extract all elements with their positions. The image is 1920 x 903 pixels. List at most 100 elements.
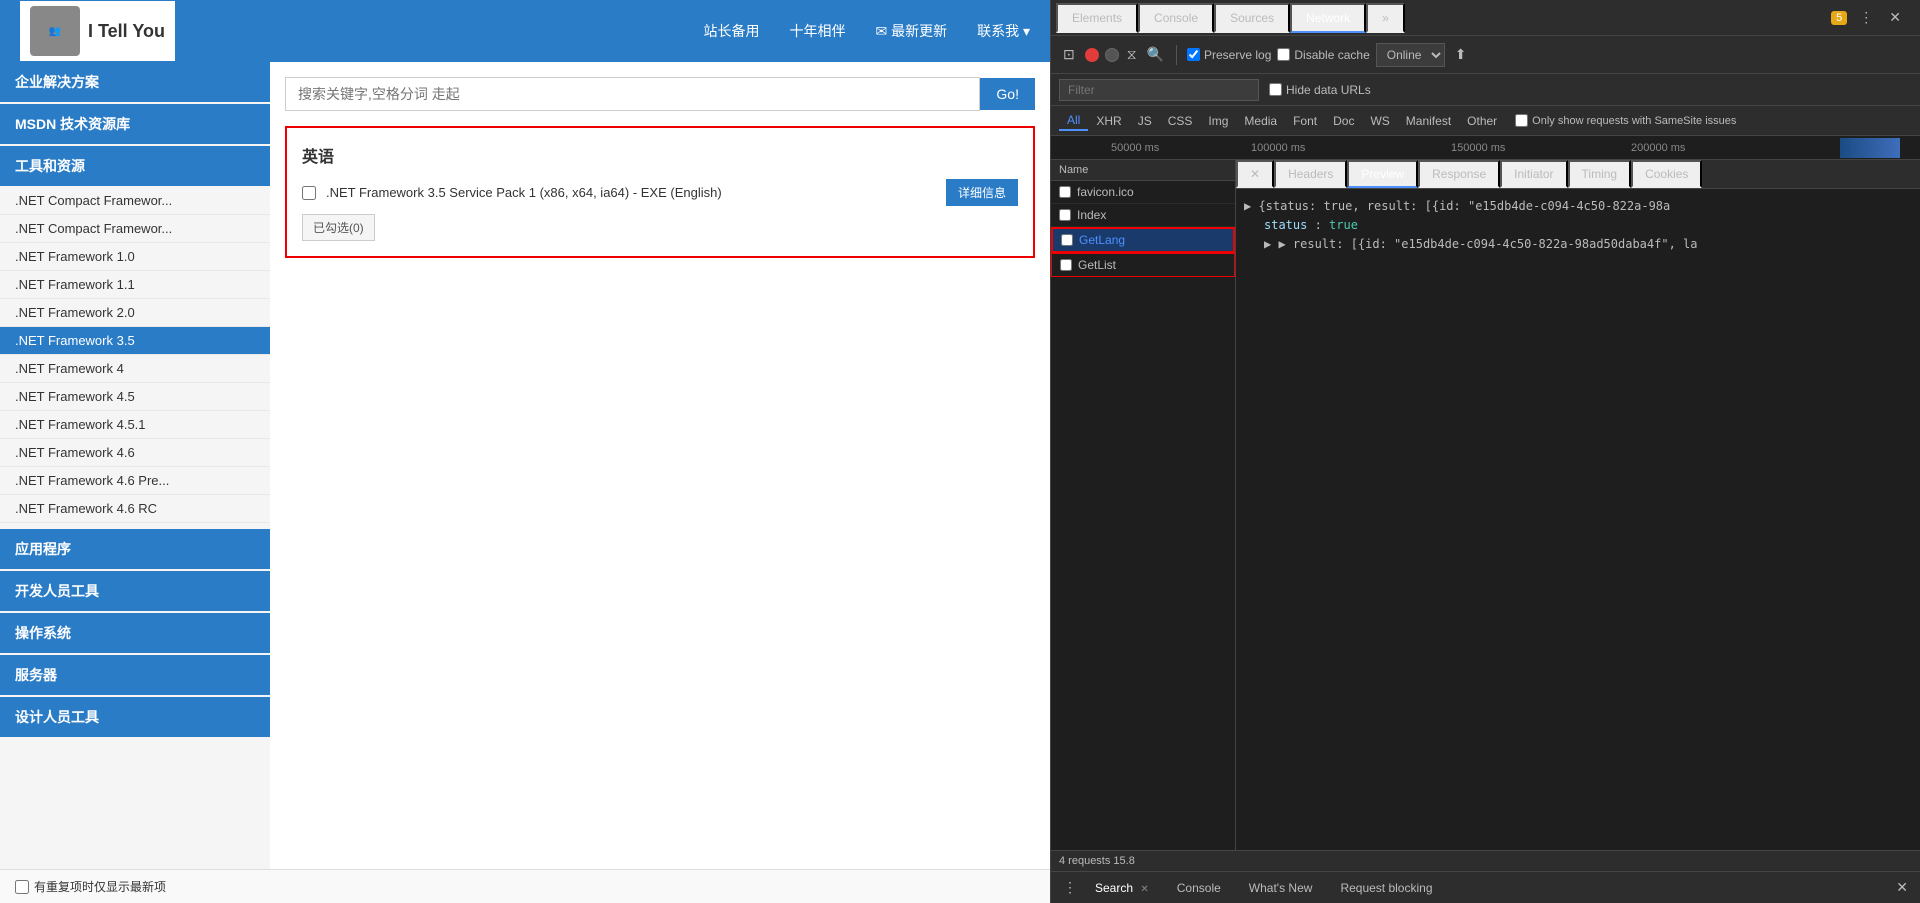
preview-tab-preview[interactable]: Preview (1347, 160, 1418, 188)
sidebar-cat-apps[interactable]: 应用程序 (0, 529, 270, 569)
request-item-getlang[interactable]: GetLang (1051, 227, 1235, 253)
sidebar-cat-enterprise[interactable]: 企业解决方案 (0, 62, 270, 102)
bottom-tab-console[interactable]: Console (1163, 877, 1235, 899)
type-btn-xhr[interactable]: XHR (1088, 112, 1129, 130)
network-requests: Name favicon.ico Index GetLang GetList (1051, 160, 1920, 850)
stop-button[interactable] (1105, 48, 1119, 62)
type-btn-manifest[interactable]: Manifest (1398, 112, 1459, 130)
list-item-11[interactable]: .NET Framework 4.6 RC (0, 495, 270, 523)
list-item-1[interactable]: .NET Compact Framewor... (0, 215, 270, 243)
preview-tab-close[interactable]: ✕ (1236, 160, 1274, 188)
disable-cache-label: Disable cache (1277, 48, 1369, 62)
hide-data-urls-checkbox[interactable] (1269, 83, 1282, 96)
sidebar-list-scroll[interactable]: .NET Compact Framewor... .NET Compact Fr… (0, 187, 270, 527)
more-options-icon[interactable]: ⋮ (1855, 7, 1877, 28)
sidebar-cat-tools[interactable]: 工具和资源 (0, 146, 270, 186)
sidebar-block-apps: 应用程序 (0, 529, 270, 569)
list-item-7[interactable]: .NET Framework 4.5 (0, 383, 270, 411)
request-checkbox-index[interactable] (1059, 209, 1071, 221)
sidebar-cat-design[interactable]: 设计人员工具 (0, 697, 270, 737)
sameside-label: Only show requests with SameSite issues (1515, 114, 1736, 127)
preview-tab-timing[interactable]: Timing (1568, 160, 1632, 188)
list-item-2[interactable]: .NET Framework 1.0 (0, 243, 270, 271)
type-btn-other[interactable]: Other (1459, 112, 1505, 130)
type-btn-doc[interactable]: Doc (1325, 112, 1362, 130)
hide-data-urls-text: Hide data URLs (1286, 83, 1371, 97)
preview-tab-headers[interactable]: Headers (1274, 160, 1347, 188)
latest-only-checkbox[interactable] (15, 880, 29, 894)
nav-item-4[interactable]: 联系我 ▾ (977, 21, 1030, 41)
preview-tab-cookies[interactable]: Cookies (1631, 160, 1702, 188)
sidebar-cat-msdn[interactable]: MSDN 技术资源库 (0, 104, 270, 144)
request-checkbox-getlang[interactable] (1061, 234, 1073, 246)
filter-input[interactable] (1059, 79, 1259, 101)
site-header: 👥 I Tell You 站长备用 十年相伴 ✉ 最新更新 联系我 ▾ (0, 0, 1050, 62)
filter-icon[interactable]: ⧖ (1125, 44, 1139, 65)
tab-sources[interactable]: Sources (1214, 3, 1290, 33)
record-button[interactable] (1085, 48, 1099, 62)
type-btn-all[interactable]: All (1059, 111, 1088, 131)
list-item-0[interactable]: .NET Compact Framewor... (0, 187, 270, 215)
list-item-12[interactable]: .NET Framework 4.6.1 (0, 523, 270, 527)
list-item-6[interactable]: .NET Framework 4 (0, 355, 270, 383)
type-btn-img[interactable]: Img (1200, 112, 1236, 130)
type-btn-ws[interactable]: WS (1362, 112, 1397, 130)
bottom-tab-search[interactable]: Search ✕ (1081, 877, 1163, 899)
search-tab-close-icon[interactable]: ✕ (1140, 884, 1148, 895)
search-icon[interactable]: 🔍 (1145, 44, 1166, 65)
request-item-index[interactable]: Index (1051, 204, 1235, 227)
detail-button[interactable]: 详细信息 (946, 179, 1018, 206)
sameside-checkbox[interactable] (1515, 114, 1528, 127)
list-item-8[interactable]: .NET Framework 4.5.1 (0, 411, 270, 439)
close-bottom-panel-icon[interactable]: ✕ (1892, 877, 1912, 898)
list-item-5-active[interactable]: .NET Framework 3.5 (0, 327, 270, 355)
request-item-favicon[interactable]: favicon.ico (1051, 181, 1235, 204)
list-item-3[interactable]: .NET Framework 1.1 (0, 271, 270, 299)
devtools-tabs: Elements Console Sources Network » 5 ⋮ ✕ (1051, 0, 1920, 36)
sidebar-cat-dev[interactable]: 开发人员工具 (0, 571, 270, 611)
disable-cache-checkbox[interactable] (1277, 48, 1290, 61)
request-item-getlist[interactable]: GetList (1051, 253, 1235, 277)
list-item-10[interactable]: .NET Framework 4.6 Pre... (0, 467, 270, 495)
upload-icon[interactable]: ⬆ (1451, 44, 1471, 65)
request-checkbox-favicon[interactable] (1059, 186, 1071, 198)
search-input[interactable] (285, 77, 980, 111)
search-button[interactable]: Go! (980, 78, 1035, 110)
dock-icon[interactable]: ⊡ (1059, 44, 1079, 65)
expand-arrow-2[interactable]: ▶ (1264, 237, 1278, 251)
more-options-bottom-icon[interactable]: ⋮ (1059, 877, 1081, 898)
preview-tab-response[interactable]: Response (1418, 160, 1500, 188)
close-devtools-icon[interactable]: ✕ (1885, 7, 1905, 28)
type-btn-css[interactable]: CSS (1160, 112, 1201, 130)
list-item-4[interactable]: .NET Framework 2.0 (0, 299, 270, 327)
preserve-log-checkbox[interactable] (1187, 48, 1200, 61)
list-item-9[interactable]: .NET Framework 4.6 (0, 439, 270, 467)
nav-item-2[interactable]: 十年相伴 (789, 21, 845, 41)
lang-title: 英语 (302, 143, 1018, 167)
type-btn-font[interactable]: Font (1285, 112, 1325, 130)
sidebar-cat-os[interactable]: 操作系统 (0, 613, 270, 653)
sidebar-cat-server[interactable]: 服务器 (0, 655, 270, 695)
throttle-select[interactable]: Online (1376, 43, 1445, 67)
tab-elements[interactable]: Elements (1056, 3, 1138, 33)
tab-more[interactable]: » (1366, 3, 1405, 33)
preview-tab-initiator[interactable]: Initiator (1500, 160, 1567, 188)
filter-bar: Hide data URLs (1051, 74, 1920, 106)
tab-console[interactable]: Console (1138, 3, 1214, 33)
tab-network[interactable]: Network (1290, 3, 1366, 33)
nav-item-1[interactable]: 站长备用 (703, 21, 759, 41)
preview-tabs: ✕ Headers Preview Response Initiator Tim… (1236, 160, 1920, 189)
website-panel: 👥 I Tell You 站长备用 十年相伴 ✉ 最新更新 联系我 ▾ 企业解决… (0, 0, 1050, 903)
request-checkbox-getlist[interactable] (1060, 259, 1072, 271)
preview-val-true: true (1329, 218, 1358, 232)
download-checkbox[interactable] (302, 186, 316, 200)
expand-arrow-1[interactable]: ▶ (1244, 199, 1258, 213)
nav-item-3[interactable]: ✉ 最新更新 (875, 21, 947, 41)
type-btn-js[interactable]: JS (1130, 112, 1160, 130)
type-btn-media[interactable]: Media (1236, 112, 1285, 130)
timeline-bar: 50000 ms 100000 ms 150000 ms 200000 ms (1051, 136, 1920, 160)
bottom-tab-whatsnew[interactable]: What's New (1235, 877, 1327, 899)
sidebar-block-tools: 工具和资源 .NET Compact Framewor... .NET Comp… (0, 146, 270, 527)
devtools-bottom-tabs: ⋮ Search ✕ Console What's New Request bl… (1051, 871, 1920, 903)
bottom-tab-requestblocking[interactable]: Request blocking (1326, 877, 1446, 899)
